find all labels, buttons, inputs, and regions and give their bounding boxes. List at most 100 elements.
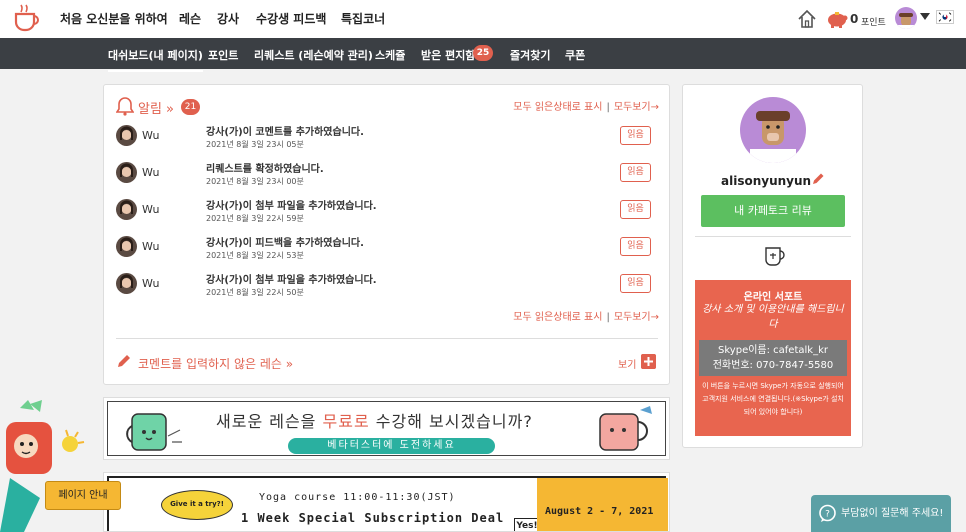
notification-time: 2021년 8월 3일 23시 00분 — [206, 177, 304, 186]
subnav-inbox[interactable]: 받은 편지함 — [421, 47, 475, 63]
support-title: 온라인 서포트 — [743, 292, 803, 303]
pink-mug-illustration-icon — [599, 406, 652, 451]
nav-lessons[interactable]: 레슨 — [179, 10, 201, 27]
subnav-schedule[interactable]: 스케쥴 — [375, 47, 405, 63]
page-guide-button[interactable]: 페이지 안내 — [45, 481, 121, 510]
tutor-avatar — [116, 236, 137, 257]
inbox-count-badge: 25 — [473, 45, 493, 61]
chat-bubble-icon[interactable]: ? — [818, 504, 837, 523]
notifications-card: 알림 » 21 모두 읽은상태로 표시 | 모두보기→ Wu 강사(가)이 코멘트를… — [103, 84, 670, 385]
yoga-course-headline: 1 Week Special Subscription Deal — [241, 511, 505, 525]
points-value: 0 — [850, 12, 859, 26]
online-support-panel[interactable]: 온라인 서포트 강사 소개 및 이용안내를 해드립니다 Skype이름: caf… — [695, 280, 851, 436]
dropdown-caret-icon[interactable] — [920, 13, 930, 20]
notifications-top-links: 모두 읽은상태로 표시 | 모두보기→ — [513, 98, 659, 113]
yoga-course-schedule: Yoga course 11:00-11:30(JST) — [259, 492, 456, 503]
mark-read-button[interactable]: 읽음 — [620, 126, 651, 145]
skype-id: Skype이름: cafetalk_kr — [718, 345, 828, 356]
notifications-bottom-links: 모두 읽은상태로 표시 | 모두보기→ — [513, 308, 659, 323]
subnav-dashboard[interactable]: 대쉬보드(내 페이지) — [108, 47, 203, 72]
section-divider — [116, 338, 658, 339]
plus-icon[interactable] — [641, 354, 656, 369]
profile-avatar[interactable] — [740, 97, 806, 163]
notification-message[interactable]: 리퀘스트를 확정하였습니다. — [206, 160, 324, 175]
notification-row[interactable]: Wu 강사(가)이 코멘트를 추가하였습니다. 2021년 8월 3일 23시 … — [116, 119, 661, 152]
notification-message[interactable]: 강사(가)이 첨부 파일을 추가하였습니다. — [206, 271, 377, 286]
svg-text:?: ? — [825, 510, 830, 520]
uncommented-lessons-title[interactable]: 코멘트를 입력하지 않은 레슨 » — [138, 355, 293, 372]
view-all-link[interactable]: 모두보기→ — [614, 102, 659, 113]
subnav-favorites[interactable]: 즐겨찾기 — [510, 47, 550, 63]
banner-frame: 새로운 레슨을 무료로 수강해 보시겠습니까? 베타터스터에 도전하세요 — [107, 401, 666, 456]
mark-all-read-link[interactable]: 모두 읽은상태로 표시 — [513, 102, 602, 113]
phone-number: 전화번호: 070-7847-5580 — [712, 360, 834, 371]
notification-row[interactable]: Wu 강사(가)이 첨부 파일을 추가하였습니다. 2021년 8월 3일 22… — [116, 193, 661, 226]
tutor-avatar — [116, 199, 137, 220]
subnav-requests[interactable]: 리퀘스트 (레슨예약 관리) — [254, 47, 373, 63]
notification-row[interactable]: Wu 강사(가)이 첨부 파일을 추가하였습니다. 2021년 8월 3일 22… — [116, 267, 661, 300]
edit-pencil-icon[interactable] — [812, 172, 825, 185]
beta-tester-banner[interactable]: 새로운 레슨을 무료로 수강해 보시겠습니까? 베타터스터에 도전하세요 — [103, 397, 670, 460]
notifications-title[interactable]: 알림 » — [138, 98, 174, 117]
banner-headline-free: 무료로 — [322, 412, 370, 431]
my-reviews-button[interactable]: 내 카페토크 리뷰 — [701, 195, 845, 227]
banner-headline: 새로운 레슨을 무료로 수강해 보시겠습니까? — [216, 408, 533, 432]
notification-row[interactable]: Wu 강사(가)이 피드백을 추가하였습니다. 2021년 8월 3일 22시 … — [116, 230, 661, 263]
nav-first-visit[interactable]: 처음 오신분을 위하여 — [60, 10, 168, 27]
notification-user[interactable]: Wu — [142, 129, 159, 142]
mark-all-read-link[interactable]: 모두 읽은상태로 표시 — [513, 312, 602, 323]
profile-card: alisonyunyun 내 카페토크 리뷰 온라인 서포트 강사 소개 및 이… — [682, 84, 863, 448]
mark-read-button[interactable]: 읽음 — [620, 163, 651, 182]
link-separator: | — [606, 102, 610, 113]
support-subtitle: 강사 소개 및 이용안내를 해드립니다 — [702, 304, 844, 330]
yoga-course-dates: August 2 - 7, 2021 — [545, 506, 654, 517]
notification-user[interactable]: Wu — [142, 166, 159, 179]
piggy-bank-icon[interactable] — [825, 10, 849, 28]
korea-flag-icon[interactable] — [936, 10, 954, 24]
profile-divider — [695, 236, 851, 237]
mark-read-button[interactable]: 읽음 — [620, 237, 651, 256]
subnav-coupons[interactable]: 쿠폰 — [565, 47, 585, 63]
pencil-icon — [118, 355, 130, 367]
link-separator: | — [606, 312, 610, 323]
notification-time: 2021년 8월 3일 22시 59분 — [206, 214, 304, 223]
notification-row[interactable]: Wu 리퀘스트를 확정하였습니다. 2021년 8월 3일 23시 00분 읽음 — [116, 156, 661, 189]
nav-tutors[interactable]: 강사 — [217, 10, 239, 27]
yoga-course-banner[interactable]: Give it a try?! Yoga course 11:00-11:30(… — [103, 472, 670, 532]
notification-time: 2021년 8월 3일 22시 50분 — [206, 288, 304, 297]
mark-read-button[interactable]: 읽음 — [620, 274, 651, 293]
coffee-cup-icon — [765, 247, 785, 266]
subnav-points[interactable]: 포인트 — [208, 47, 238, 63]
bell-icon — [116, 97, 134, 116]
username: alisonyunyun — [721, 174, 812, 188]
nav-features[interactable]: 특집코너 — [341, 10, 385, 27]
notification-message[interactable]: 강사(가)이 코멘트를 추가하였습니다. — [206, 123, 364, 138]
banner-frame: Give it a try?! Yoga course 11:00-11:30(… — [107, 476, 668, 531]
date-panel: August 2 - 7, 2021 — [537, 478, 668, 531]
mark-read-button[interactable]: 읽음 — [620, 200, 651, 219]
notification-time: 2021년 8월 3일 23시 05분 — [206, 140, 304, 149]
notification-time: 2021년 8월 3일 22시 53분 — [206, 251, 304, 260]
notification-user[interactable]: Wu — [142, 277, 159, 290]
top-navigation: 처음 오신분을 위하여 레슨 강사 수강생 피드백 특집코너 0 포인트 — [0, 0, 966, 38]
cafetalk-logo-icon[interactable] — [12, 4, 42, 32]
banner-headline-start: 새로운 레슨을 — [216, 412, 323, 431]
notification-message[interactable]: 강사(가)이 피드백을 추가하였습니다. — [206, 234, 364, 249]
beta-tester-cta[interactable]: 베타터스터에 도전하세요 — [288, 438, 495, 454]
user-avatar[interactable] — [895, 7, 917, 29]
view-all-link[interactable]: 모두보기→ — [614, 312, 659, 323]
view-uncommented-link[interactable]: 보기 — [618, 356, 636, 371]
tutor-avatar — [116, 162, 137, 183]
give-it-a-try-bubble: Give it a try?! — [161, 490, 233, 520]
points-label: 포인트 — [861, 18, 886, 28]
support-note: 이 버튼을 누르시면 Skype가 자동으로 실행되어 고객지원 서비스에 연결… — [702, 382, 844, 416]
tutor-avatar — [116, 125, 137, 146]
support-contact-box[interactable]: Skype이름: cafetalk_kr 전화번호: 070-7847-5580 — [699, 340, 847, 376]
notification-user[interactable]: Wu — [142, 203, 159, 216]
green-mug-illustration-icon — [126, 413, 182, 451]
notification-user[interactable]: Wu — [142, 240, 159, 253]
home-icon[interactable] — [797, 9, 817, 29]
notification-message[interactable]: 강사(가)이 첨부 파일을 추가하였습니다. — [206, 197, 377, 212]
notifications-count-badge: 21 — [181, 99, 200, 115]
nav-student-feedback[interactable]: 수강생 피드백 — [256, 10, 326, 27]
